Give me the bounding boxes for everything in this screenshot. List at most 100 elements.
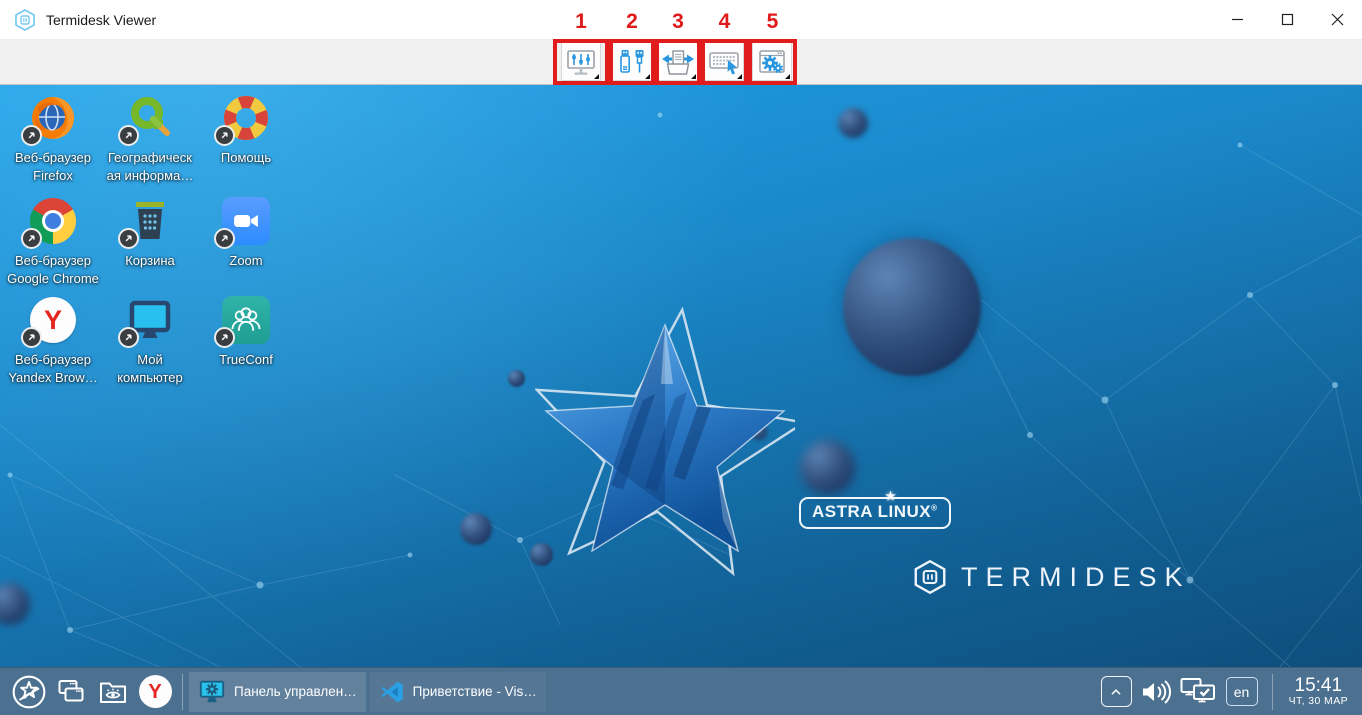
close-button[interactable] <box>1312 0 1362 39</box>
close-icon <box>1331 13 1344 26</box>
astra-linux-text: ASTRA LINUX <box>812 502 931 521</box>
displays-check-icon <box>1180 676 1218 707</box>
desktop-icon-trash[interactable]: Корзина <box>102 196 198 270</box>
icon-label: Корзина <box>125 252 175 270</box>
icon-label: Google Chrome <box>7 270 99 288</box>
taskbar-separator <box>182 674 183 710</box>
astra-start-icon <box>11 674 47 710</box>
desktop-icon-trueconf[interactable]: TrueConf <box>198 295 294 369</box>
control-panel-icon <box>198 678 226 706</box>
termidesk-viewer-window: Termidesk Viewer <box>0 0 1362 715</box>
yandex-browser-taskbar-button[interactable]: Y <box>134 671 176 713</box>
remote-desktop-area[interactable]: ★ ASTRA LINUX® TERMIDESK <box>0 85 1362 667</box>
volume-button[interactable] <box>1140 677 1172 707</box>
keyboard-input-icon <box>707 46 741 78</box>
astra-star-graphic <box>535 280 795 610</box>
file-transfer-icon <box>661 46 695 78</box>
task-vscode[interactable]: Приветствие - Vis… <box>370 672 546 712</box>
desktop-icon-my-computer[interactable]: Мойкомпьютер <box>102 295 198 387</box>
desktop-icon-help[interactable]: Помощь <box>198 93 294 167</box>
session-settings-button[interactable] <box>752 42 792 81</box>
windows-panels-icon <box>54 676 88 708</box>
file-transfer-button[interactable] <box>658 42 698 81</box>
icon-label: TrueConf <box>219 351 273 369</box>
task-label: Приветствие - Vis… <box>413 684 537 699</box>
keyboard-input-button[interactable] <box>704 42 744 81</box>
folder-eye-icon <box>96 676 130 708</box>
wallpaper-sphere <box>508 370 525 387</box>
taskbar: Y Панель управлен… <box>0 667 1362 715</box>
desktop-icon-qgis[interactable]: Географическая информа… <box>102 93 198 185</box>
icon-label: Веб-браузер <box>7 252 99 270</box>
wallpaper-sphere <box>838 108 868 138</box>
clock-time: 15:41 <box>1295 676 1343 696</box>
icon-label: компьютер <box>117 369 183 387</box>
file-manager-button[interactable] <box>92 671 134 713</box>
dropdown-caret-icon <box>737 74 742 79</box>
language-code: en <box>1234 684 1250 700</box>
shortcut-arrow-badge <box>118 327 139 348</box>
speaker-icon <box>1140 677 1172 707</box>
shortcut-arrow-badge <box>21 125 42 146</box>
yandex-icon: Y <box>139 675 172 708</box>
icon-label: Веб-браузер <box>8 351 97 369</box>
usb-devices-icon <box>616 46 648 78</box>
language-indicator[interactable]: en <box>1226 677 1258 706</box>
session-settings-icon <box>756 46 788 78</box>
show-hidden-icons-button[interactable] <box>1101 676 1132 707</box>
start-menu-button[interactable] <box>8 671 50 713</box>
desktop-icon-firefox[interactable]: Веб-браузерFirefox <box>5 93 101 185</box>
clock[interactable]: 15:41 ЧТ, 30 МАР <box>1289 676 1348 708</box>
desktop-icon-chrome[interactable]: Веб-браузерGoogle Chrome <box>5 196 101 288</box>
maximize-icon <box>1281 13 1294 26</box>
termidesk-watermark: TERMIDESK <box>912 558 1191 596</box>
wallpaper-sphere-large <box>843 238 981 376</box>
termidesk-text: TERMIDESK <box>961 562 1191 593</box>
task-switcher-button[interactable] <box>50 671 92 713</box>
icon-label: Yandex Brow… <box>8 369 97 387</box>
icon-label: Помощь <box>221 149 271 167</box>
dropdown-caret-icon <box>645 74 650 79</box>
termidesk-hexagon-icon <box>912 558 948 596</box>
task-control-panel[interactable]: Панель управлен… <box>189 672 366 712</box>
termidesk-app-icon <box>13 8 37 32</box>
shortcut-arrow-badge <box>214 125 235 146</box>
icon-label: Firefox <box>15 167 91 185</box>
shortcut-arrow-badge <box>214 228 235 249</box>
dropdown-caret-icon <box>785 74 790 79</box>
icon-label: Географическ <box>107 149 194 167</box>
task-label: Панель управлен… <box>234 684 357 699</box>
icon-label: Zoom <box>229 252 262 270</box>
shortcut-arrow-badge <box>21 228 42 249</box>
dropdown-caret-icon <box>594 74 599 79</box>
astra-star-icon: ★ <box>885 489 896 503</box>
astra-reg-mark: ® <box>931 503 937 512</box>
display-settings-icon <box>565 46 597 78</box>
icon-label: Веб-браузер <box>15 149 91 167</box>
display-network-button[interactable] <box>1180 676 1218 707</box>
vscode-icon <box>379 679 405 705</box>
window-title: Termidesk Viewer <box>46 12 156 28</box>
chevron-up-icon <box>1105 681 1127 703</box>
desktop-icon-zoom[interactable]: Zoom <box>198 196 294 270</box>
tray-separator <box>1272 674 1273 710</box>
usb-devices-button[interactable] <box>612 42 652 81</box>
minimize-icon <box>1231 13 1244 26</box>
shortcut-arrow-badge <box>118 228 139 249</box>
clock-date: ЧТ, 30 МАР <box>1289 696 1348 707</box>
dropdown-caret-icon <box>691 74 696 79</box>
title-bar: Termidesk Viewer <box>0 0 1362 40</box>
shortcut-arrow-badge <box>118 125 139 146</box>
maximize-button[interactable] <box>1262 0 1312 39</box>
wallpaper-sphere <box>800 440 855 495</box>
display-settings-button[interactable] <box>561 42 601 81</box>
shortcut-arrow-badge <box>214 327 235 348</box>
desktop-icon-yandex[interactable]: Y Веб-браузерYandex Brow… <box>5 295 101 387</box>
wallpaper-sphere <box>460 513 492 545</box>
minimize-button[interactable] <box>1212 0 1262 39</box>
system-tray: en 15:41 ЧТ, 30 МАР <box>1101 674 1354 710</box>
icon-label: Мой <box>117 351 183 369</box>
icon-label: ая информа… <box>107 167 194 185</box>
shortcut-arrow-badge <box>21 327 42 348</box>
astra-linux-badge: ★ ASTRA LINUX® <box>799 497 951 529</box>
